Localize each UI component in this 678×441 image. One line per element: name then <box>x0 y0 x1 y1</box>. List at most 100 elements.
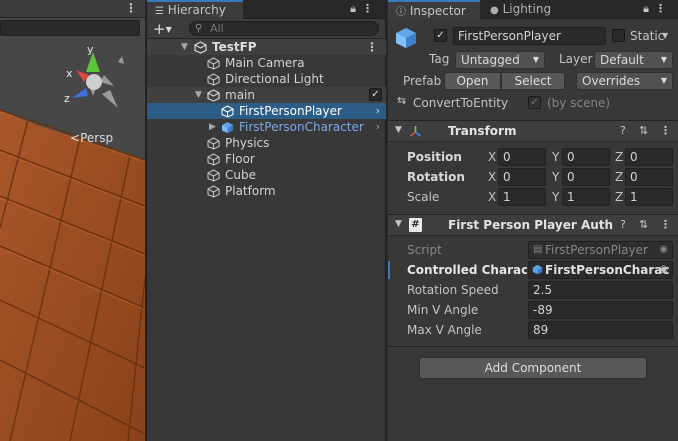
object-picker-icon[interactable]: ◉ <box>659 262 668 278</box>
prefab-open-button[interactable]: Open <box>444 72 501 90</box>
lock-icon[interactable]: 🔒︎ <box>643 2 655 15</box>
scale-x-input[interactable]: 1 <box>498 188 546 206</box>
hierarchy-row-firstpersonplayer[interactable]: FirstPersonPlayer › <box>147 103 386 119</box>
hierarchy-row-main-camera[interactable]: Main Camera <box>147 55 386 71</box>
convert-checkbox[interactable]: ✓ <box>528 96 541 109</box>
hierarchy-panel: ☰ Hierarchy 🔒︎⋮ +▼ ⚲ All ▼ TestFP ⋮ Main… <box>146 0 386 441</box>
prefab-select-button[interactable]: Select <box>501 72 565 90</box>
hierarchy-row-floor[interactable]: Floor <box>147 151 386 167</box>
subscene-edit-checkbox[interactable]: ✓ <box>369 88 382 101</box>
tab-inspector[interactable]: ⓘ Inspector <box>388 0 480 19</box>
component-header[interactable]: ▼ # First Person Player Authorin ? ⇅ ⋮ <box>388 214 678 236</box>
override-marker <box>388 261 390 279</box>
tab-hierarchy-label: Hierarchy <box>167 3 226 17</box>
script-label: Script <box>407 243 442 257</box>
row-label: Platform <box>225 184 276 198</box>
preset-sliders-icon[interactable]: ⇅ <box>639 218 648 231</box>
active-checkbox[interactable]: ✓ <box>434 29 447 42</box>
row-label: TestFP <box>212 40 257 54</box>
preset-sliders-icon[interactable]: ⇅ <box>639 124 648 137</box>
by-scene-label: (by scene) <box>547 96 611 110</box>
static-checkbox[interactable] <box>612 29 625 42</box>
chevron-right-icon[interactable]: › <box>376 103 380 119</box>
position-y-input[interactable]: 0 <box>562 148 610 166</box>
scale-y-input[interactable]: 1 <box>562 188 610 206</box>
row-label: Main Camera <box>225 56 305 70</box>
layer-label: Layer <box>559 52 593 66</box>
unity-scene-icon <box>194 41 207 54</box>
rotation-y-label: Y <box>552 170 560 184</box>
rotation-x-label: X <box>488 170 497 184</box>
kebab-icon[interactable]: ⋮ <box>655 2 672 15</box>
scene-view[interactable]: ⋮ y x z <Persp <box>0 0 145 441</box>
min-v-angle-label: Min V Angle <box>407 303 479 317</box>
tab-hierarchy[interactable]: ☰ Hierarchy <box>147 0 243 19</box>
rotation-speed-input[interactable]: 2.5 <box>528 281 673 299</box>
rotation-y-input[interactable]: 0 <box>562 168 610 186</box>
position-z-input[interactable]: 0 <box>625 148 673 166</box>
info-icon: ⓘ <box>396 7 406 18</box>
persp-toggle[interactable]: <Persp <box>70 131 113 145</box>
add-component-button[interactable]: Add Component <box>419 357 647 379</box>
max-v-angle-input[interactable]: 89 <box>528 321 673 339</box>
row-kebab-icon[interactable]: ⋮ <box>366 39 378 55</box>
row-label: Floor <box>225 152 255 166</box>
foldout-arrow-icon[interactable]: ▼ <box>395 219 402 229</box>
object-picker-icon: ◉ <box>659 244 668 255</box>
transform-header[interactable]: ▼ Transform ? ⇅ ⋮ <box>388 120 678 142</box>
position-z-label: Z <box>615 150 624 164</box>
rotation-z-input[interactable]: 0 <box>625 168 673 186</box>
dropdown-arrow-icon: ▼ <box>660 55 667 64</box>
controlled-character-field[interactable]: FirstPersonCharac ◉ <box>528 261 673 279</box>
gameobject-icon <box>207 169 220 182</box>
tag-dropdown[interactable]: Untagged ▼ <box>455 51 545 69</box>
gameobject-icon <box>207 153 220 166</box>
collapse-arrow-icon[interactable]: ▶ <box>209 119 216 135</box>
row-label: FirstPersonCharacter <box>239 120 364 134</box>
layer-dropdown[interactable]: Default ▼ <box>594 51 673 69</box>
hierarchy-row-directional-light[interactable]: Directional Light <box>147 71 386 87</box>
convert-icon: ⇆ <box>397 94 407 107</box>
gameobject-icon <box>207 137 220 150</box>
hierarchy-tabbar: ☰ Hierarchy 🔒︎⋮ <box>147 0 385 19</box>
kebab-icon[interactable]: ⋮ <box>660 124 671 137</box>
hierarchy-search-input[interactable]: ⚲ All <box>189 21 379 36</box>
rotation-label: Rotation <box>407 170 465 184</box>
lock-icon[interactable]: 🔒︎ <box>350 2 362 15</box>
help-icon[interactable]: ? <box>620 218 626 231</box>
hierarchy-row-firstpersoncharacter[interactable]: ▶ FirstPersonCharacter › <box>147 119 386 135</box>
list-icon: ☰ <box>155 6 164 17</box>
object-name-field[interactable]: FirstPersonPlayer <box>453 27 606 45</box>
chevron-right-icon[interactable]: › <box>376 119 380 135</box>
scale-z-input[interactable]: 1 <box>625 188 673 206</box>
foldout-arrow-icon[interactable]: ▼ <box>395 125 402 135</box>
min-v-angle-input[interactable]: -89 <box>528 301 673 319</box>
gameobject-icon <box>207 185 220 198</box>
hierarchy-search-placeholder: All <box>210 22 224 35</box>
add-object-button[interactable]: +▼ <box>153 20 172 38</box>
rotation-x-input[interactable]: 0 <box>498 168 546 186</box>
scene-search-input[interactable] <box>0 20 140 36</box>
hierarchy-tab-icons: 🔒︎⋮ <box>350 2 379 16</box>
hierarchy-row-physics[interactable]: Physics <box>147 135 386 151</box>
expand-arrow-icon[interactable]: ▼ <box>195 87 202 103</box>
hierarchy-row-main-subscene[interactable]: ▼ main ✓ <box>147 87 386 103</box>
help-icon[interactable]: ? <box>620 124 626 137</box>
hierarchy-row-platform[interactable]: Platform <box>147 183 386 199</box>
tab-lighting-label: Lighting <box>502 2 552 16</box>
hierarchy-row-testfp[interactable]: ▼ TestFP ⋮ <box>147 39 386 55</box>
position-x-input[interactable]: 0 <box>498 148 546 166</box>
max-v-angle-label: Max V Angle <box>407 323 482 337</box>
kebab-icon[interactable]: ⋮ <box>660 218 671 231</box>
overrides-dropdown[interactable]: Overrides ▼ <box>576 72 673 90</box>
row-label: main <box>225 88 255 102</box>
static-dropdown-arrow-icon[interactable]: ▼ <box>662 31 668 40</box>
position-y-label: Y <box>552 150 560 164</box>
scale-x-label: X <box>488 190 497 204</box>
scene-menu-icon[interactable]: ⋮ <box>125 1 137 15</box>
tab-lighting[interactable]: ● Lighting <box>482 0 562 19</box>
kebab-icon[interactable]: ⋮ <box>362 2 379 15</box>
expand-arrow-icon[interactable]: ▼ <box>181 39 188 55</box>
hierarchy-row-cube[interactable]: Cube <box>147 167 386 183</box>
row-label: Physics <box>225 136 270 150</box>
